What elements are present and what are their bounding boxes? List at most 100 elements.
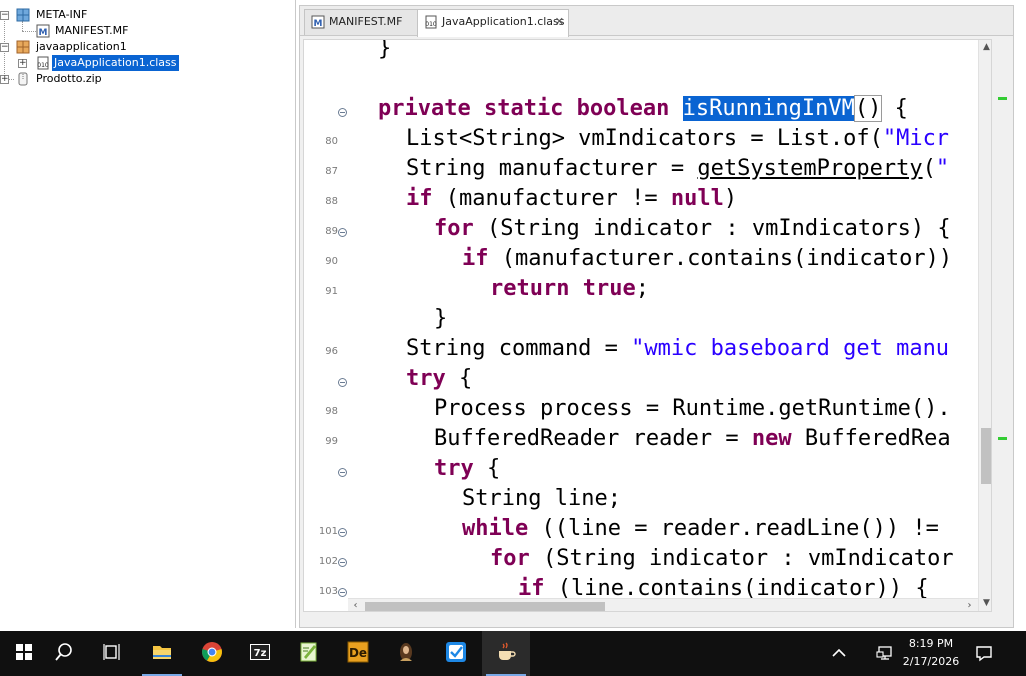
chrome-icon [202, 642, 222, 662]
search-icon [55, 643, 72, 661]
java-cup-icon [499, 642, 516, 660]
code-line: String line; [462, 486, 621, 511]
code-line: } [434, 306, 448, 331]
code-line: Process process = Runtime.getRuntime(). [434, 396, 951, 421]
line-number-gutter: 80 87 88 89 90 91 96 98 99 101 102 103 [304, 40, 348, 611]
fold-toggle-icon[interactable] [338, 468, 347, 477]
taskbar-app-chrome[interactable] [188, 631, 236, 676]
code-line: BufferedReader reader = new BufferedRea [434, 426, 951, 451]
tree-item-label: MANIFEST.MF [55, 24, 129, 37]
scroll-right-icon[interactable]: › [962, 599, 977, 611]
search-button[interactable] [40, 631, 88, 676]
collapse-icon[interactable]: − [0, 43, 9, 52]
occurrence-marker[interactable] [998, 437, 1007, 440]
tree-item-javaapplication1-class[interactable]: + 010 JavaApplication1.class [18, 55, 218, 71]
line-number: 88 [325, 196, 338, 207]
line-number: 87 [325, 166, 338, 177]
decompiler-icon: De [347, 641, 369, 663]
taskbar-app-notepad-plus[interactable] [285, 631, 333, 676]
taskbar-app-7zip[interactable]: 7z [236, 631, 284, 676]
scroll-up-icon[interactable]: ▲ [979, 40, 991, 55]
code-line: for (String indicator : vmIndicator [490, 546, 954, 571]
task-view-button[interactable] [88, 631, 136, 676]
line-number: 96 [325, 346, 338, 357]
line-number: 103 [318, 586, 338, 597]
tree-item-manifest[interactable]: M MANIFEST.MF [0, 23, 200, 39]
selected-method-name[interactable]: isRunningInVM [682, 96, 855, 121]
fold-toggle-icon[interactable] [338, 558, 347, 567]
taskbar: 7z De 8:19 PM 2/17/2026 [0, 631, 1026, 676]
class-file-icon: 010 [37, 56, 49, 70]
fold-toggle-icon[interactable] [338, 228, 347, 237]
taskbar-app-todo[interactable] [432, 631, 480, 676]
tree-item-meta-inf[interactable]: − META-INF [0, 7, 200, 23]
code-editor[interactable]: 80 87 88 89 90 91 96 98 99 101 102 103 }… [303, 39, 992, 612]
system-clock[interactable]: 8:19 PM 2/17/2026 [896, 635, 966, 673]
scroll-down-icon[interactable]: ▼ [979, 596, 991, 611]
tree-item-javaapplication1[interactable]: − javaapplication1 [0, 39, 200, 55]
taskbar-app-file-explorer[interactable] [138, 631, 186, 676]
tree-item-label: META-INF [36, 8, 88, 21]
code-line: String command = "wmic baseboard get man… [406, 336, 950, 361]
code-line: } [378, 39, 392, 61]
line-number: 80 [325, 136, 338, 147]
editor-tabbar: M MANIFEST.MF 010 JavaApplication1.class… [300, 6, 1013, 37]
horizontal-scrollbar[interactable]: ‹ › [348, 598, 978, 611]
svg-text:M: M [314, 19, 323, 29]
project-tree[interactable]: − META-INF M MANIFEST.MF − javaapplicati… [0, 0, 296, 628]
tab-manifest[interactable]: M MANIFEST.MF [304, 9, 422, 35]
line-number: 101 [318, 526, 338, 537]
occurrence-marker[interactable] [998, 97, 1007, 100]
tab-label: MANIFEST.MF [329, 15, 403, 28]
manifest-file-icon: M [311, 15, 325, 29]
clock-time: 8:19 PM [908, 637, 954, 650]
tree-item-prodotto-zip[interactable]: + Prodotto.zip [0, 71, 200, 87]
code-line: if (manufacturer != null) [406, 186, 738, 211]
tree-item-label: Prodotto.zip [36, 72, 102, 85]
zip-file-icon [18, 72, 28, 86]
package-icon [16, 40, 30, 54]
scroll-thumb[interactable] [981, 428, 991, 484]
fold-toggle-icon[interactable] [338, 528, 347, 537]
code-line: private static boolean isRunningInVM() { [378, 95, 908, 122]
tab-label: JavaApplication1.class [442, 15, 565, 28]
overview-ruler[interactable] [994, 39, 1011, 612]
tab-javaapplication1-class[interactable]: 010 JavaApplication1.class ✕ [417, 9, 569, 37]
svg-text:De: De [349, 646, 367, 660]
fold-toggle-icon[interactable] [338, 588, 347, 597]
tree-item-label: javaapplication1 [36, 40, 127, 53]
line-number: 98 [325, 406, 338, 417]
package-icon [16, 8, 30, 22]
code-line: String manufacturer = getSystemProperty(… [406, 156, 950, 181]
clock-date: 2/17/2026 [902, 655, 960, 668]
vertical-scrollbar[interactable]: ▲ ▼ [978, 40, 991, 611]
close-icon[interactable]: ✕ [555, 10, 564, 34]
taskbar-app-java[interactable] [482, 631, 530, 676]
notification-icon[interactable] [974, 643, 994, 663]
code-line: if (manufacturer.contains(indicator)) [462, 246, 953, 271]
taskbar-app-portrait[interactable] [382, 631, 430, 676]
code-line: try { [406, 366, 473, 391]
editor-panel: M MANIFEST.MF 010 JavaApplication1.class… [299, 5, 1014, 628]
folder-icon [153, 646, 171, 659]
collapse-icon[interactable]: − [0, 11, 9, 20]
line-number: 99 [325, 436, 338, 447]
manifest-file-icon: M [36, 24, 50, 38]
expand-icon[interactable]: + [0, 75, 9, 84]
code-line: return true; [490, 276, 649, 301]
line-number: 89 [325, 226, 338, 237]
expand-icon[interactable]: + [18, 59, 27, 68]
scroll-left-icon[interactable]: ‹ [348, 599, 363, 611]
network-icon[interactable] [876, 643, 896, 663]
task-view-icon [103, 644, 120, 660]
scroll-thumb[interactable] [365, 602, 605, 611]
chevron-up-icon[interactable] [829, 643, 849, 663]
line-number: 90 [325, 256, 338, 267]
fold-toggle-icon[interactable] [338, 378, 347, 387]
notepad-plus-icon [300, 642, 317, 662]
taskbar-app-decompiler[interactable]: De [334, 631, 382, 676]
code-line: while ((line = reader.readLine()) != [462, 516, 953, 541]
line-number: 91 [325, 286, 338, 297]
fold-toggle-icon[interactable] [338, 108, 347, 117]
class-file-icon: 010 [425, 15, 437, 29]
